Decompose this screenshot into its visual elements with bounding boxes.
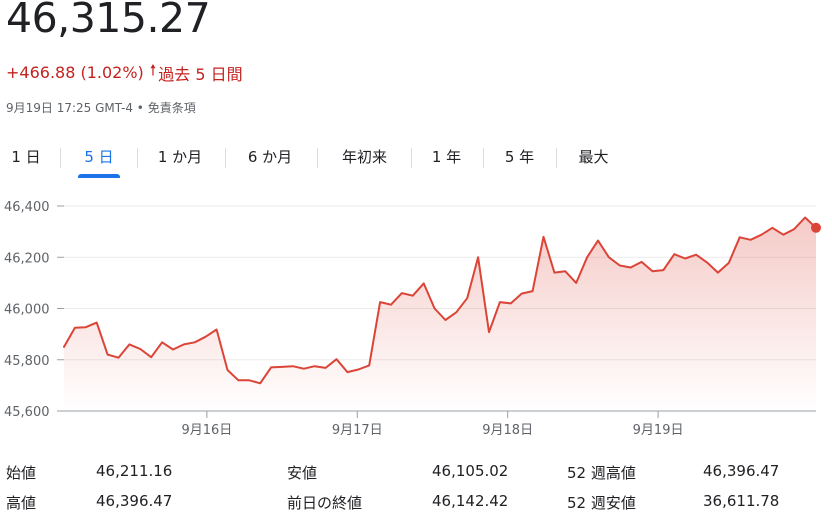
x-tick-label: 9月17日 <box>332 423 383 438</box>
x-tick-label: 9月16日 <box>181 423 232 438</box>
current-price: 46,315.27 <box>6 0 211 42</box>
stat-value: 46,142.42 <box>432 492 509 510</box>
arrow-up-icon: 🠕 <box>149 61 157 79</box>
stat-label: 52 週高値 <box>567 464 636 482</box>
last-price-dot <box>811 222 821 233</box>
tab-range-0[interactable]: 1 日 <box>10 140 42 174</box>
tab-separator <box>556 148 557 168</box>
price-change: +466.88 (1.02%) 🠕 過去 5 日間 <box>6 60 243 85</box>
stat-value: 46,396.47 <box>96 492 173 510</box>
price-chart: 45,600 45,800 46,000 46,200 46,400 9月16日 9月17日… <box>4 200 821 438</box>
y-tick-label: 46,200 <box>4 251 50 266</box>
tab-range-3[interactable]: 6 か月 <box>244 140 296 174</box>
tab-separator <box>225 148 226 168</box>
stat-label: 52 週安値 <box>567 494 636 512</box>
y-tick-label: 46,400 <box>4 200 50 215</box>
tab-separator <box>137 148 138 168</box>
stat-value: 46,211.16 <box>96 462 173 480</box>
tab-range-1[interactable]: 5 日 <box>78 140 120 178</box>
x-tick-label: 9月19日 <box>633 423 684 438</box>
quote-timestamp: 9月19日 17:25 GMT-4 <box>6 101 133 115</box>
tab-range-6[interactable]: 5 年 <box>503 140 536 174</box>
stat-value: 46,105.02 <box>432 462 509 480</box>
tab-range-4[interactable]: 年初来 <box>337 140 392 174</box>
stat-label: 高値 <box>6 494 37 512</box>
tab-separator <box>316 148 318 168</box>
change-value: +466.88 (1.02%) <box>6 63 144 82</box>
tab-separator <box>411 148 412 168</box>
tab-separator <box>60 148 61 168</box>
tab-range-5[interactable]: 1 年 <box>430 140 463 174</box>
disclaimer-link[interactable]: 免責条項 <box>148 101 196 115</box>
stat-label: 安値 <box>287 464 318 482</box>
change-period: 過去 5 日間 <box>158 64 243 84</box>
tab-range-7[interactable]: 最大 <box>576 140 611 174</box>
stat-label: 始値 <box>6 464 37 482</box>
tab-separator <box>483 148 484 168</box>
stat-value: 46,396.47 <box>703 462 780 480</box>
stat-label: 前日の終値 <box>287 494 363 512</box>
y-tick-label: 46,000 <box>4 303 50 318</box>
x-tick-label: 9月18日 <box>482 423 533 438</box>
stat-value: 36,611.78 <box>703 492 780 510</box>
range-tabs: 1 日 5 日 1 か月 6 か月 年初来 1 年 5 年 最大 <box>0 140 832 178</box>
quote-meta: 9月19日 17:25 GMT-4 • 免責条項 <box>6 99 196 116</box>
y-tick-label: 45,600 <box>4 405 50 420</box>
y-tick-label: 45,800 <box>4 354 50 369</box>
meta-separator: • <box>136 101 148 115</box>
tab-range-2[interactable]: 1 か月 <box>154 140 206 174</box>
